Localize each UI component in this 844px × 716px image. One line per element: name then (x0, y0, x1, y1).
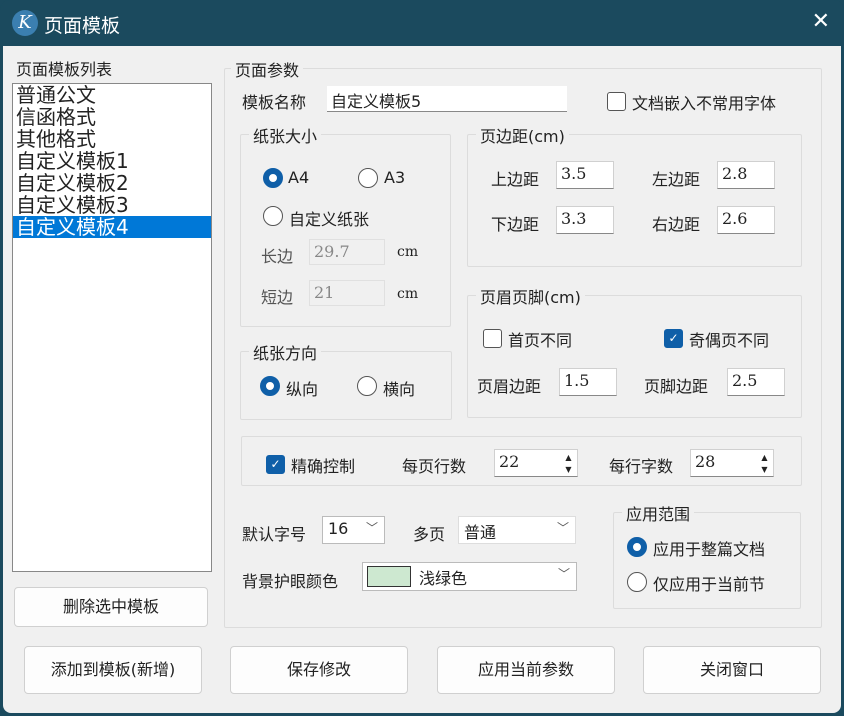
title-bar: K 页面模板 ✕ (0, 0, 844, 46)
whole-document-radio[interactable] (627, 537, 647, 557)
lines-per-page-label: 每页行数 (402, 457, 467, 476)
right-margin-input[interactable]: 2.6 (717, 206, 775, 234)
bg-color-label: 背景护眼颜色 (242, 572, 339, 591)
chars-per-line-value: 28 (695, 452, 716, 471)
long-edge-unit: cm (397, 244, 419, 260)
template-name-input[interactable]: 自定义模板5 (327, 86, 567, 112)
footer-distance-input[interactable]: 2.5 (727, 368, 785, 396)
multipage-value: 普通 (464, 523, 497, 542)
paper-size-legend: 纸张大小 (249, 123, 322, 147)
a3-label: A3 (384, 168, 406, 187)
left-margin-input[interactable]: 2.8 (717, 161, 775, 189)
long-edge-input[interactable]: 29.7 (309, 239, 385, 265)
header-distance-input[interactable]: 1.5 (559, 368, 617, 396)
save-changes-button[interactable]: 保存修改 (230, 646, 408, 694)
lines-per-page-stepper[interactable]: 22 ▲ ▼ (494, 449, 578, 477)
precise-control-label: 精确控制 (291, 457, 356, 476)
first-page-different-checkbox[interactable] (483, 329, 502, 348)
long-edge-label: 长边 (261, 247, 294, 266)
short-edge-unit: cm (397, 286, 419, 302)
delete-template-button[interactable]: 删除选中模板 (14, 587, 208, 627)
current-section-label: 仅应用于当前节 (653, 575, 766, 594)
whole-document-label: 应用于整篇文档 (653, 540, 766, 559)
landscape-radio[interactable] (357, 376, 377, 396)
chevron-down-icon: ﹀ (557, 567, 570, 581)
margins-legend: 页边距(cm) (476, 123, 569, 147)
custom-paper-radio[interactable] (263, 206, 283, 226)
a4-label: A4 (288, 168, 310, 187)
template-list[interactable]: 普通公文 信函格式 其他格式 自定义模板1 自定义模板2 自定义模板3 自定义模… (12, 83, 212, 572)
spin-arrows-icon[interactable]: ▲ ▼ (562, 452, 575, 476)
multipage-select[interactable]: 普通 ﹀ (458, 516, 576, 544)
footer-distance-label: 页脚边距 (644, 377, 709, 396)
custom-paper-label: 自定义纸张 (289, 210, 370, 229)
apply-params-button[interactable]: 应用当前参数 (437, 646, 615, 694)
add-template-button[interactable]: 添加到模板(新增) (24, 646, 202, 694)
list-item[interactable]: 自定义模板1 (13, 150, 211, 172)
embed-fonts-checkbox[interactable] (607, 92, 626, 111)
font-size-value: 16 (328, 519, 349, 538)
top-margin-label: 上边距 (491, 170, 540, 189)
precise-control-checkbox[interactable]: ✓ (266, 455, 285, 474)
window-title: 页面模板 (44, 15, 121, 37)
template-list-label: 页面模板列表 (16, 60, 113, 79)
short-edge-label: 短边 (261, 288, 294, 307)
chevron-down-icon: ﹀ (365, 521, 378, 535)
dialog-body: 页面模板列表 普通公文 信函格式 其他格式 自定义模板1 自定义模板2 自定义模… (3, 46, 841, 713)
bg-color-value: 浅绿色 (419, 569, 468, 588)
list-item[interactable]: 自定义模板2 (13, 172, 211, 194)
bottom-margin-label: 下边距 (491, 215, 540, 234)
list-item[interactable]: 自定义模板3 (13, 194, 211, 216)
short-edge-input[interactable]: 21 (309, 280, 385, 306)
list-item[interactable]: 普通公文 (13, 84, 211, 106)
spin-arrows-icon[interactable]: ▲ ▼ (758, 452, 771, 476)
lines-per-page-value: 22 (499, 452, 520, 471)
header-distance-label: 页眉边距 (477, 377, 542, 396)
left-margin-label: 左边距 (652, 170, 701, 189)
orientation-legend: 纸张方向 (249, 340, 322, 364)
chevron-down-icon: ﹀ (556, 521, 569, 535)
app-logo-icon: K (12, 10, 38, 36)
list-item[interactable]: 其他格式 (13, 128, 211, 150)
template-name-label: 模板名称 (242, 93, 307, 112)
top-margin-input[interactable]: 3.5 (556, 161, 614, 189)
header-footer-group: 页眉页脚(cm) (467, 284, 802, 418)
close-window-button[interactable]: 关闭窗口 (643, 646, 821, 694)
a3-radio[interactable] (358, 168, 378, 188)
list-item-selected[interactable]: 自定义模板4 (13, 216, 211, 238)
page-params-legend: 页面参数 (231, 57, 304, 81)
odd-even-different-label: 奇偶页不同 (689, 331, 770, 350)
margins-group: 页边距(cm) (467, 123, 802, 267)
embed-fonts-label: 文档嵌入不常用字体 (632, 94, 777, 113)
a4-radio[interactable] (263, 168, 283, 188)
chars-per-line-label: 每行字数 (609, 457, 674, 476)
current-section-radio[interactable] (627, 572, 647, 592)
portrait-radio[interactable] (260, 376, 280, 396)
chars-per-line-stepper[interactable]: 28 ▲ ▼ (690, 449, 774, 477)
bottom-margin-input[interactable]: 3.3 (556, 206, 614, 234)
color-swatch (367, 566, 411, 587)
first-page-different-label: 首页不同 (508, 331, 573, 350)
close-icon[interactable]: ✕ (812, 9, 830, 34)
list-item[interactable]: 信函格式 (13, 106, 211, 128)
multipage-label: 多页 (413, 525, 446, 544)
landscape-label: 横向 (383, 380, 416, 399)
font-size-select[interactable]: 16 ﹀ (322, 516, 385, 544)
apply-scope-legend: 应用范围 (622, 501, 695, 525)
portrait-label: 纵向 (286, 380, 319, 399)
right-margin-label: 右边距 (652, 215, 701, 234)
dialog-window: K 页面模板 ✕ 页面模板列表 普通公文 信函格式 其他格式 自定义模板1 自定… (0, 0, 844, 716)
bg-color-select[interactable]: 浅绿色 ﹀ (362, 562, 577, 591)
default-font-size-label: 默认字号 (242, 525, 307, 544)
odd-even-different-checkbox[interactable]: ✓ (664, 329, 683, 348)
header-footer-legend: 页眉页脚(cm) (476, 284, 585, 308)
